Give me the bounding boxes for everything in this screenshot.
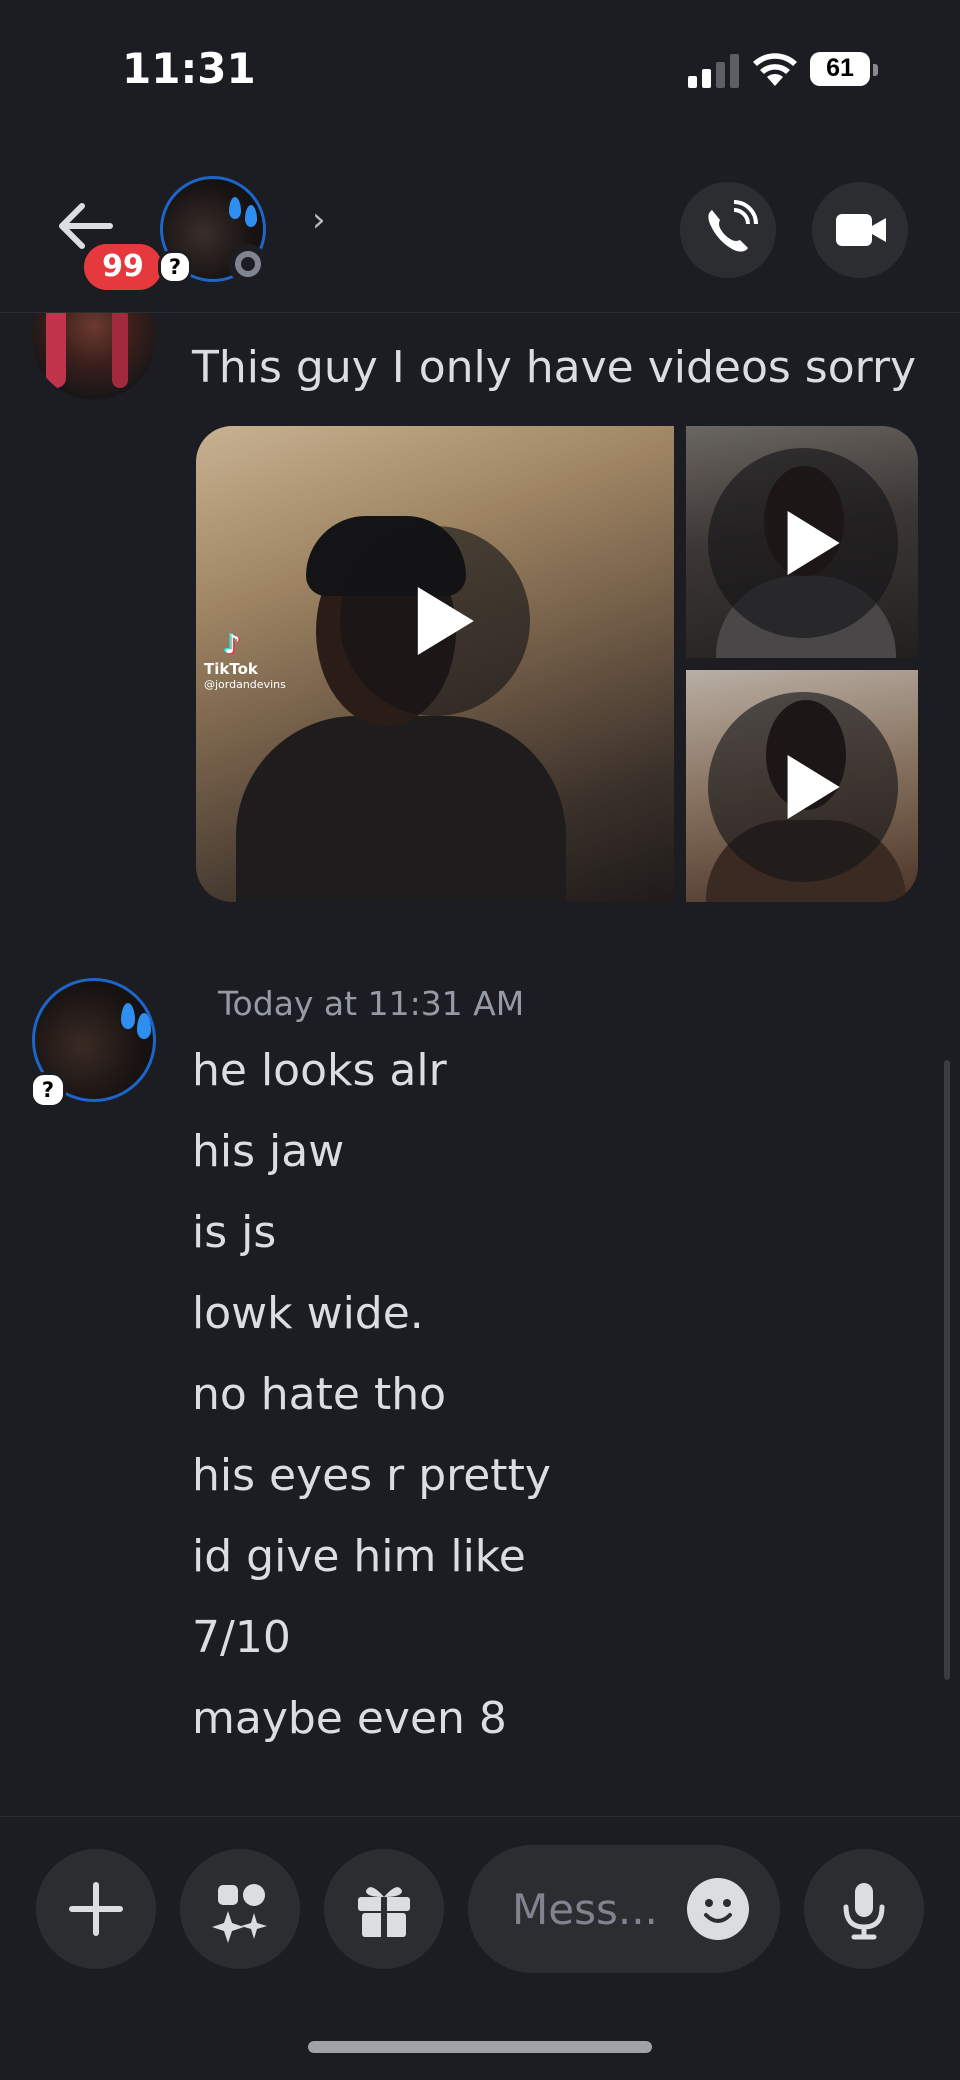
message-line: id give him like — [192, 1531, 526, 1582]
message-line: he looks alr — [192, 1045, 447, 1096]
tiktok-brand: TikTok — [204, 660, 258, 678]
question-badge-icon: ? — [158, 250, 192, 284]
video-attachment-3[interactable] — [686, 670, 918, 902]
question-badge-icon: ? — [30, 1072, 66, 1108]
message-line: his eyes r pretty — [192, 1450, 551, 1501]
message-author-avatar[interactable] — [32, 298, 156, 400]
video-attachments: ♪ TikTok @jordandevins — [196, 426, 918, 902]
apps-button[interactable] — [180, 1849, 300, 1969]
video-attachment-1[interactable]: ♪ TikTok @jordandevins — [196, 426, 674, 902]
play-icon[interactable] — [340, 526, 530, 716]
video-attachment-2[interactable] — [686, 426, 918, 658]
tiktok-handle: @jordandevins — [204, 678, 286, 691]
play-icon[interactable] — [708, 692, 898, 882]
message-line: maybe even 8 — [192, 1693, 507, 1744]
microphone-icon — [843, 1883, 885, 1940]
unread-badge: 99 — [80, 240, 166, 294]
voice-call-button[interactable] — [680, 182, 776, 278]
plus-icon — [69, 1882, 123, 1936]
gift-button[interactable] — [324, 1849, 444, 1969]
voice-message-button[interactable] — [804, 1849, 924, 1969]
video-camera-icon — [836, 214, 886, 246]
message-line: 7/10 — [192, 1612, 291, 1663]
tiktok-logo-icon: ♪ — [224, 630, 241, 660]
message-placeholder: Mess... — [512, 1885, 658, 1934]
battery-indicator: 61 — [810, 52, 878, 88]
chat-header: 99 ? › — [0, 140, 960, 313]
home-indicator[interactable] — [308, 2041, 652, 2053]
battery-percent: 61 — [826, 54, 854, 82]
chevron-right-icon[interactable]: › — [312, 200, 326, 240]
add-attachment-button[interactable] — [36, 1849, 156, 1969]
emoji-icon[interactable] — [686, 1877, 750, 1941]
tiktok-watermark: ♪ TikTok @jordandevins — [204, 630, 286, 691]
message-line: lowk wide. — [192, 1288, 424, 1339]
message-timestamp: Today at 11:31 AM — [218, 984, 525, 1023]
offline-status-icon — [228, 244, 268, 284]
gift-icon — [358, 1887, 410, 1937]
wifi-icon — [753, 53, 797, 86]
clock: 11:31 — [122, 44, 256, 93]
message-line: is js — [192, 1207, 277, 1258]
phone-icon — [708, 200, 758, 252]
status-bar: 11:31 61 — [0, 0, 960, 140]
message-group: he looks alr his jaw is js lowk wide. no… — [192, 1040, 551, 1769]
video-call-button[interactable] — [812, 182, 908, 278]
message-line: no hate tho — [192, 1369, 447, 1420]
cellular-signal-icon — [688, 54, 739, 88]
play-icon[interactable] — [708, 448, 898, 638]
message-text: This guy I only have videos sorry — [192, 342, 917, 393]
message-input[interactable]: Mess... — [468, 1845, 780, 1973]
scrollbar[interactable] — [944, 1060, 950, 1680]
apps-sparkle-icon — [212, 1884, 267, 1943]
message-line: his jaw — [192, 1126, 345, 1177]
